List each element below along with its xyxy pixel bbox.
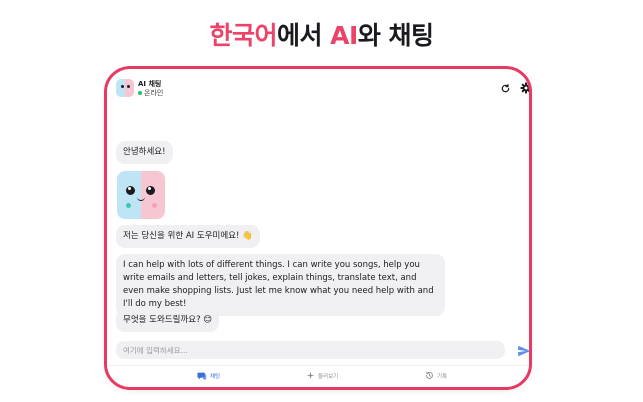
message-greeting: 안녕하세요!	[116, 141, 173, 164]
tab-chat[interactable]: 채팅	[197, 371, 220, 381]
send-button[interactable]	[517, 343, 529, 357]
promo-headline: 한국어에서 AI와 채팅	[0, 16, 643, 52]
bot-status: 온라인	[138, 88, 163, 98]
tab-history-label: 기록	[437, 373, 448, 380]
online-indicator	[138, 91, 142, 95]
bot-avatar	[116, 79, 134, 97]
message-input[interactable]	[116, 341, 505, 359]
chat-bubble-icon	[197, 372, 207, 381]
message-question: 무엇을 도와드릴까요? 😊	[116, 309, 220, 332]
bot-status-label: 온라인	[144, 89, 164, 97]
sparkle-icon	[306, 371, 315, 380]
message-capabilities: I can help with lots of different things…	[116, 254, 445, 316]
tab-explore[interactable]: 둘러보기	[306, 371, 338, 380]
headline-part-3: AI	[330, 21, 358, 50]
tab-history[interactable]: 기록	[425, 371, 447, 380]
gear-icon	[520, 82, 529, 94]
send-icon	[518, 345, 529, 357]
history-icon	[426, 371, 433, 379]
headline-part-4: 와 채팅	[357, 21, 434, 50]
tab-explore-label: 둘러보기	[318, 373, 339, 380]
chat-header: AI 채팅 온라인	[107, 69, 529, 107]
tab-chat-label: 채팅	[210, 374, 221, 380]
bot-avatar-image	[117, 171, 165, 219]
settings-button[interactable]	[519, 81, 529, 95]
refresh-button[interactable]	[498, 81, 512, 95]
headline-part-2: 에서	[276, 21, 331, 50]
refresh-icon	[501, 83, 509, 92]
headline-part-1: 한국어	[209, 21, 277, 50]
message-intro: 저는 당신을 위한 AI 도우미에요! 👋	[116, 225, 260, 248]
bottom-tab-bar: 채팅 둘러보기 기록	[107, 365, 529, 387]
device-frame: AI 채팅 온라인 안녕하세요! 저는 당신을 위한 AI 도우미에요! 👋 I…	[104, 66, 532, 390]
